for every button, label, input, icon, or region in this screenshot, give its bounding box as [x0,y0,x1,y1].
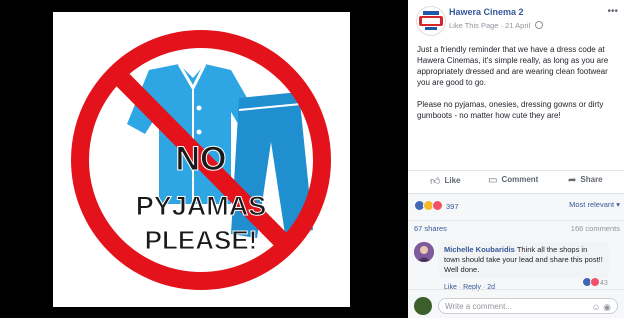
commenter-photo-icon [414,242,434,262]
more-options-icon[interactable]: ••• [607,6,618,17]
globe-icon [535,21,544,29]
love-reaction-icon [432,200,443,211]
comment-input[interactable]: Write a comment... ☺ ◉ [438,298,618,314]
composer-icons: ☺ ◉ [591,299,611,315]
comment-reactions[interactable]: 43 [582,277,608,287]
thumbs-up-icon: 👍︎ [430,176,441,187]
comment-bubble: Michelle Koubaridis Think all the shops … [438,242,610,278]
comment-label: Comment [501,175,539,184]
sign-line-2: PYJAMAS [136,191,267,221]
no-pyjamas-sign: NO PYJAMAS PLEASE! [71,30,331,290]
camera-icon[interactable]: ◉ [603,302,611,312]
photo-viewer: NO PYJAMAS PLEASE! [0,0,408,318]
post-paragraph: Just a friendly reminder that we have a … [417,45,609,87]
comment-sort-dropdown[interactable]: Most relevant ▾ [569,200,620,209]
page-name-link[interactable]: Hawera Cinema 2 [449,7,524,17]
like-button[interactable]: 👍︎ Like [430,175,460,187]
caret-down-icon: ▾ [616,200,620,209]
share-label: Share [580,175,603,184]
reaction-count: 397 [446,202,459,211]
post-header: Hawera Cinema 2 Like This Page · 21 Apri… [408,0,624,38]
post-paragraph: Please no pyjamas, onesies, dressing gow… [417,100,604,120]
comments-count[interactable]: 166 comments [571,224,620,233]
post-sidebar: Hawera Cinema 2 Like This Page · 21 Apri… [408,0,624,318]
comment-author[interactable]: Michelle Koubaridis [444,245,515,254]
post-actions: 👍︎ Like ▭ Comment ➦ Share [408,170,624,189]
sort-label: Most relevant [569,200,615,209]
share-icon: ➦ [568,175,577,186]
comment-icon: ▭ [488,175,498,186]
post-meta: Like This Page · 21 April [449,21,544,30]
shares-link[interactable]: 67 shares [414,224,447,233]
post-stats: 67 shares 166 comments [408,220,624,235]
comment-reaction-count: 43 [599,280,608,287]
comment-composer: Write a comment... ☺ ◉ [408,289,624,318]
post-date[interactable]: 21 April [505,21,530,30]
commenter-avatar[interactable] [414,242,434,262]
user-avatar [414,297,432,315]
post-body: Just a friendly reminder that we have a … [417,44,619,132]
sign-line-1: NO [176,140,227,178]
reactions-summary[interactable]: 397 [414,200,459,211]
sign-line-3: PLEASE! [145,225,258,255]
cinema-logo-icon [419,11,443,30]
comment-placeholder: Write a comment... [445,302,512,311]
like-page-link[interactable]: Like This Page [449,21,498,30]
share-button[interactable]: ➦ Share [568,175,603,186]
like-label: Like [444,176,461,185]
comment-button[interactable]: ▭ Comment [488,175,538,186]
emoji-icon[interactable]: ☺ [591,302,600,312]
love-reaction-icon [590,277,600,287]
feedback-area: 397 Most relevant ▾ 67 shares 166 commen… [408,193,624,318]
post-photo[interactable]: NO PYJAMAS PLEASE! [53,12,350,307]
page-avatar[interactable] [416,6,446,36]
